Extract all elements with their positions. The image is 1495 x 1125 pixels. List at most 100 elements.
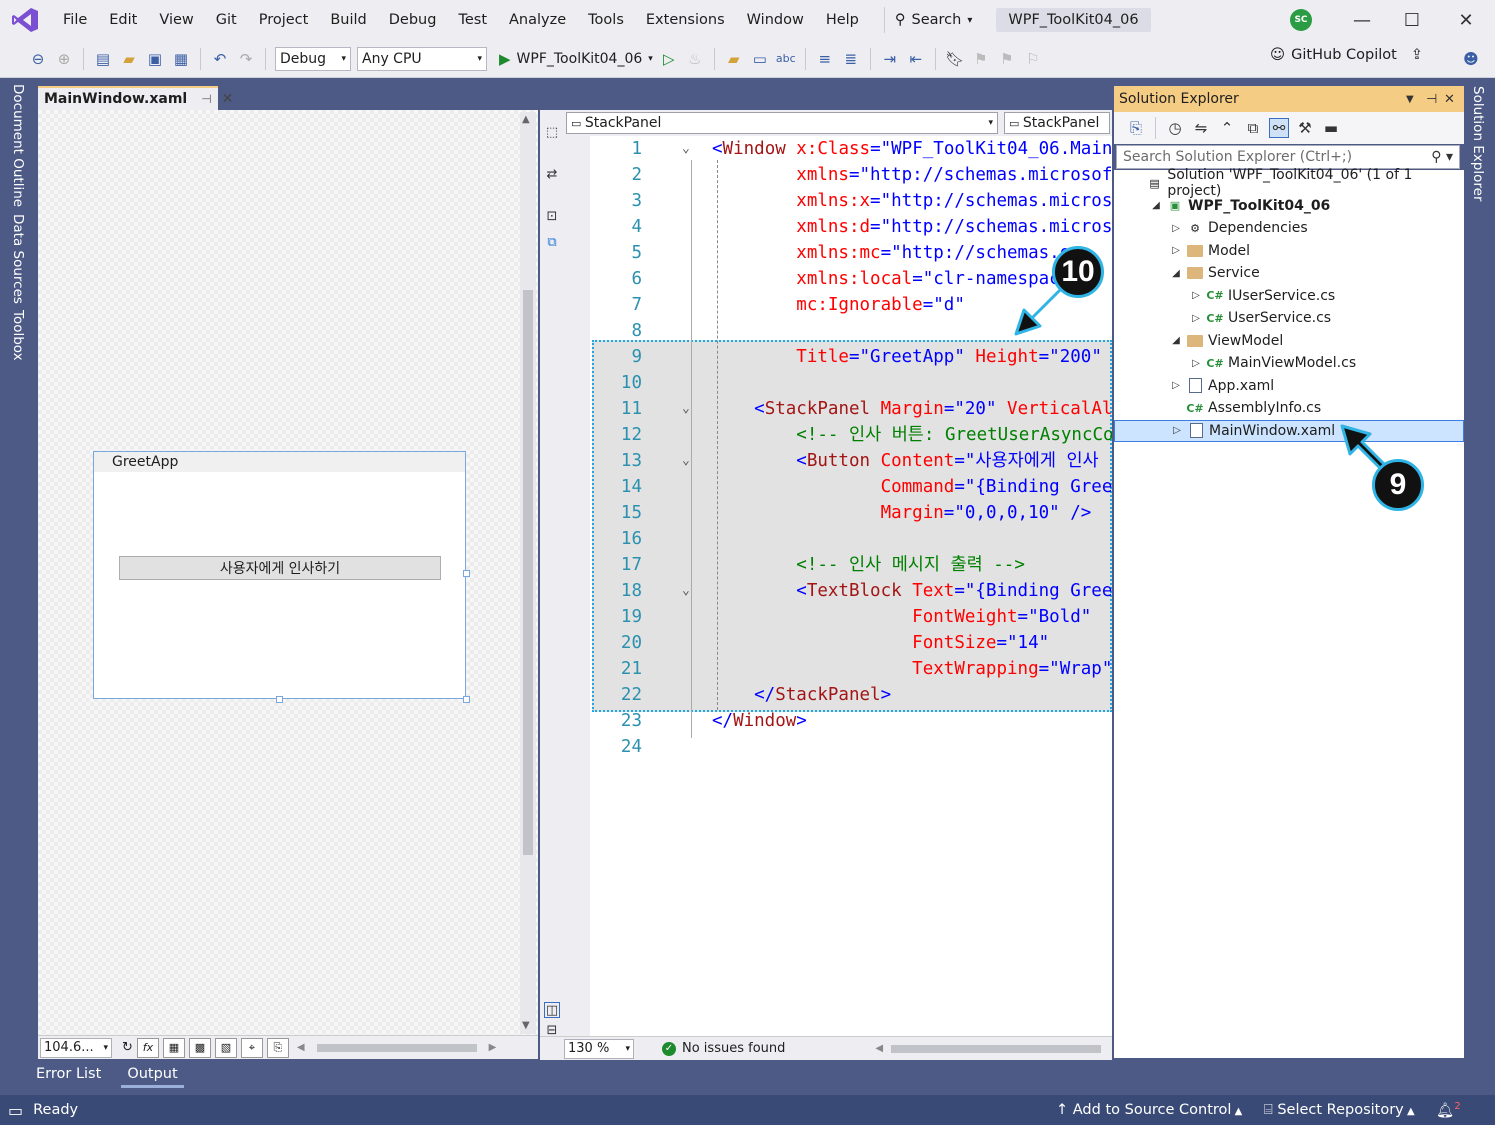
output-tab[interactable]: Output: [121, 1062, 184, 1088]
code-line[interactable]: 14 Command="{Binding GreetU: [564, 474, 1112, 500]
code-line[interactable]: 9 Title="GreetApp" Height="200" Wi: [564, 344, 1112, 370]
refresh-icon[interactable]: ↻: [122, 1040, 133, 1055]
code-line[interactable]: 4 xmlns:d="http://schemas.microsof: [564, 214, 1112, 240]
designer-zoom-select[interactable]: 104.6... ▾: [40, 1037, 112, 1058]
undo-icon[interactable]: ↶: [210, 49, 230, 69]
tree-item[interactable]: ▷ C# UserService.cs: [1114, 307, 1464, 330]
code-line[interactable]: 18 ⌄ <TextBlock Text="{Binding Greeti: [564, 578, 1112, 604]
tree-item[interactable]: ▷ C# IUserService.cs: [1114, 285, 1464, 308]
configuration-select[interactable]: Debug ▾: [275, 46, 351, 71]
notifications-bell-icon[interactable]: 🔔︎2: [1436, 1101, 1461, 1119]
scroll-left-icon[interactable]: ◀: [297, 1042, 305, 1053]
collapsed-arrow-icon[interactable]: ▷: [1170, 245, 1182, 256]
layout-icon[interactable]: ▭: [750, 49, 770, 69]
collapse-all-icon[interactable]: ⌃: [1217, 118, 1237, 138]
code-line[interactable]: 16: [564, 526, 1112, 552]
tree-item[interactable]: ◢ ViewModel: [1114, 330, 1464, 353]
fold-toggle-icon[interactable]: ⌄: [682, 396, 690, 422]
greet-user-button[interactable]: 사용자에게 인사하기: [119, 556, 441, 580]
open-folder-icon[interactable]: ▰: [119, 49, 139, 69]
collapsed-arrow-icon[interactable]: ▷: [1190, 358, 1202, 369]
save-all-icon[interactable]: ▦: [171, 49, 191, 69]
select-repository-button[interactable]: ⌸ Select Repository ▲: [1264, 1102, 1415, 1118]
output-window-icon[interactable]: ▭: [8, 1101, 23, 1120]
element-scope-select[interactable]: ▭ StackPanel ▾: [566, 112, 998, 134]
menu-window[interactable]: Window: [736, 12, 815, 28]
bookmark-prev-icon[interactable]: ⚑: [971, 49, 991, 69]
expanded-arrow-icon[interactable]: ◢: [1170, 268, 1182, 279]
tree-item[interactable]: ▷ ⚙ Dependencies: [1114, 217, 1464, 240]
search-icon[interactable]: ⚲ ▾: [1431, 149, 1453, 165]
menu-file[interactable]: File: [52, 12, 98, 28]
close-icon[interactable]: ✕: [1444, 92, 1455, 107]
back-icon[interactable]: ⊖: [28, 49, 48, 69]
share-icon[interactable]: ⇪: [1411, 47, 1423, 63]
code-line[interactable]: 22 </StackPanel>: [564, 682, 1112, 708]
tree-item[interactable]: C# AssemblyInfo.cs: [1114, 397, 1464, 420]
tree-item[interactable]: ▷ Model: [1114, 240, 1464, 263]
grid-icon[interactable]: ▦: [162, 1037, 185, 1058]
member-scope-select[interactable]: ▭ StackPanel: [1004, 112, 1110, 134]
source-control-button[interactable]: ↑ Add to Source Control ▲: [1056, 1102, 1242, 1118]
github-copilot-button[interactable]: ☺ GitHub Copilot ⇪: [1270, 47, 1423, 63]
layout-rounding-icon[interactable]: ⎘: [266, 1037, 289, 1058]
menu-test[interactable]: Test: [447, 12, 498, 28]
document-tab[interactable]: MainWindow.xaml ⊣ ✕: [38, 86, 233, 110]
snap-snaplines-icon[interactable]: ⌖: [240, 1037, 263, 1058]
code-line[interactable]: 21 TextWrapping="Wrap"/>: [564, 656, 1112, 682]
start-debugging-button[interactable]: ▶ WPF_ToolKit04_06 ▾: [499, 50, 653, 68]
scroll-down-icon[interactable]: ▼: [522, 1020, 530, 1031]
menu-view[interactable]: View: [148, 12, 204, 28]
document-outline-tab[interactable]: Document Outline: [10, 84, 26, 207]
scroll-up-icon[interactable]: ▲: [522, 114, 530, 125]
code-line[interactable]: 1 ⌄ <Window x:Class="WPF_ToolKit04_06.Main…: [564, 136, 1112, 162]
code-line[interactable]: 5 xmlns:mc="http://schemas.o: [564, 240, 1112, 266]
forward-icon[interactable]: ⊕: [54, 49, 74, 69]
fold-toggle-icon[interactable]: ⌄: [682, 448, 690, 474]
menu-analyze[interactable]: Analyze: [498, 12, 577, 28]
collapsed-arrow-icon[interactable]: ▷: [1190, 290, 1202, 301]
popout-icon[interactable]: ⧉: [544, 234, 560, 250]
code-line[interactable]: 17 <!-- 인사 메시지 출력 -->: [564, 552, 1112, 578]
comment-icon[interactable]: ≡: [815, 49, 835, 69]
window-position-icon[interactable]: ▼: [1406, 94, 1414, 105]
bookmark-clear-icon[interactable]: ⚐: [1023, 49, 1043, 69]
search-button[interactable]: ⚲ Search ▾: [883, 7, 982, 33]
tree-item[interactable]: ▷ C# MainViewModel.cs: [1114, 352, 1464, 375]
visual-studio-logo-icon[interactable]: [10, 5, 40, 35]
indent-icon[interactable]: ⇥: [880, 49, 900, 69]
menu-debug[interactable]: Debug: [378, 12, 448, 28]
tree-item[interactable]: ◢ ▣ WPF_ToolKit04_06: [1114, 195, 1464, 218]
sync-active-document-icon[interactable]: ⇋: [1191, 118, 1211, 138]
spellcheck-icon[interactable]: abc: [776, 49, 796, 69]
expanded-arrow-icon[interactable]: ◢: [1150, 200, 1162, 211]
tree-item[interactable]: ▷ App.xaml: [1114, 375, 1464, 398]
uncomment-icon[interactable]: ≣: [841, 49, 861, 69]
effects-toggle[interactable]: fx: [136, 1037, 159, 1058]
collapse-pane-icon[interactable]: ⊡: [544, 208, 560, 224]
collapsed-arrow-icon[interactable]: ▷: [1190, 313, 1202, 324]
solution-explorer-side-tab[interactable]: Solution Explorer: [1470, 86, 1486, 202]
scroll-left-icon[interactable]: ◀: [875, 1043, 883, 1054]
minimize-icon[interactable]: —: [1350, 8, 1374, 32]
data-sources-tab[interactable]: Data Sources: [10, 214, 26, 304]
code-line[interactable]: 15 Margin="0,0,0,10" />: [564, 500, 1112, 526]
menu-help[interactable]: Help: [815, 12, 870, 28]
menu-build[interactable]: Build: [319, 12, 377, 28]
pin-icon[interactable]: ⊣: [201, 92, 211, 106]
bookmark-icon[interactable]: 🔖︎: [945, 49, 965, 69]
code-line[interactable]: 13 ⌄ <Button Content="사용자에게 인사: [564, 448, 1112, 474]
menu-edit[interactable]: Edit: [98, 12, 148, 28]
resize-handle[interactable]: [463, 696, 470, 703]
pointer-icon[interactable]: ⬚: [544, 124, 560, 140]
editor-horizontal-scroll-thumb[interactable]: [891, 1044, 1102, 1053]
avatar[interactable]: SC: [1290, 9, 1312, 31]
redo-icon[interactable]: ↷: [236, 49, 256, 69]
collapsed-arrow-icon[interactable]: ▷: [1171, 425, 1183, 436]
swap-panes-icon[interactable]: ⇄: [544, 166, 560, 182]
menu-extensions[interactable]: Extensions: [635, 12, 736, 28]
maximize-icon[interactable]: ☐: [1400, 8, 1424, 32]
fold-toggle-icon[interactable]: ⌄: [682, 578, 690, 604]
feedback-icon[interactable]: ☻: [1461, 49, 1481, 69]
snap-gridlines-icon[interactable]: ▩: [188, 1037, 211, 1058]
